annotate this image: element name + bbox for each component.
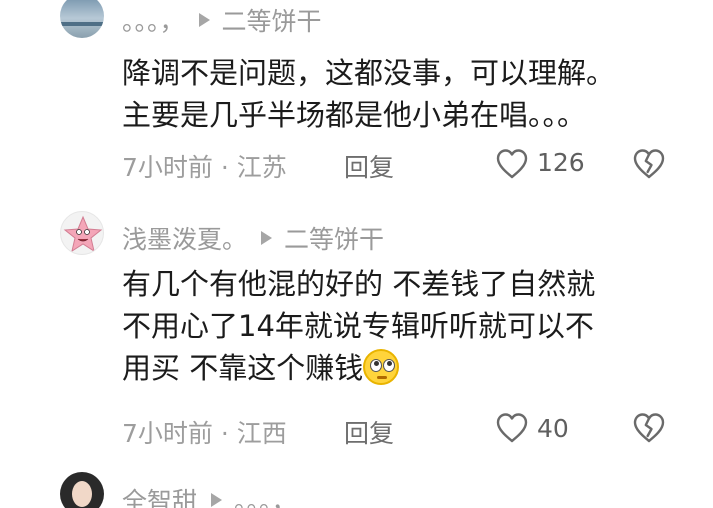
comment-line-with-emoji: 用买 不靠这个赚钱: [122, 347, 595, 389]
reply-target-username[interactable]: 二等饼干: [284, 220, 384, 256]
comment-text: 降调不是问题，这都没事，可以理解。 主要是几乎半场都是他小弟在唱。。。: [122, 52, 615, 136]
reply-arrow-icon: [211, 493, 223, 507]
comment-line: 有几个有他混的好的 不差钱了自然就: [122, 267, 596, 301]
comment-line: 用买 不靠这个赚钱: [122, 351, 364, 385]
like-heart-icon[interactable]: [495, 148, 529, 180]
username[interactable]: 浅墨泼夏。: [122, 220, 247, 256]
dislike-broken-heart-icon[interactable]: [632, 148, 666, 180]
comment-header: 全智甜 。。。，: [122, 482, 297, 508]
reply-target-username[interactable]: 二等饼干: [222, 2, 322, 38]
time-location: 7小时前 · 江苏: [122, 153, 287, 182]
comment-line: 不用心了14年就说专辑听听就可以不: [122, 309, 594, 343]
comment-header: 浅墨泼夏。 二等饼干: [122, 220, 384, 256]
avatar-landscape: [60, 22, 104, 26]
reply-arrow-icon: [261, 231, 273, 245]
user-avatar[interactable]: [60, 472, 104, 508]
time-location: 7小时前 · 江西: [122, 419, 287, 448]
user-avatar[interactable]: [60, 211, 104, 255]
comment-text: 有几个有他混的好的 不差钱了自然就 不用心了14年就说专辑听听就可以不 用买 不…: [122, 263, 595, 389]
avatar-portrait: [72, 481, 92, 507]
comment-header: 。。。， 二等饼干: [122, 2, 322, 38]
patrick-star-avatar-icon: [63, 215, 103, 253]
reply-button[interactable]: 回复: [344, 148, 394, 184]
like-count: 126: [537, 148, 585, 177]
dislike-broken-heart-icon[interactable]: [632, 412, 666, 444]
reply-arrow-icon: [198, 13, 210, 27]
reply-button[interactable]: 回复: [344, 414, 394, 450]
username[interactable]: 。。。，: [122, 2, 185, 38]
comment-line: 降调不是问题，这都没事，可以理解。: [122, 56, 616, 90]
like-heart-icon[interactable]: [495, 412, 529, 444]
user-avatar[interactable]: [60, 0, 104, 38]
like-count: 40: [537, 414, 569, 443]
username[interactable]: 全智甜: [122, 482, 197, 508]
rolling-eyes-emoji-icon: [363, 349, 400, 385]
reply-target-username[interactable]: 。。。，: [234, 482, 297, 508]
comment-line: 主要是几乎半场都是他小弟在唱。。。: [122, 98, 587, 132]
